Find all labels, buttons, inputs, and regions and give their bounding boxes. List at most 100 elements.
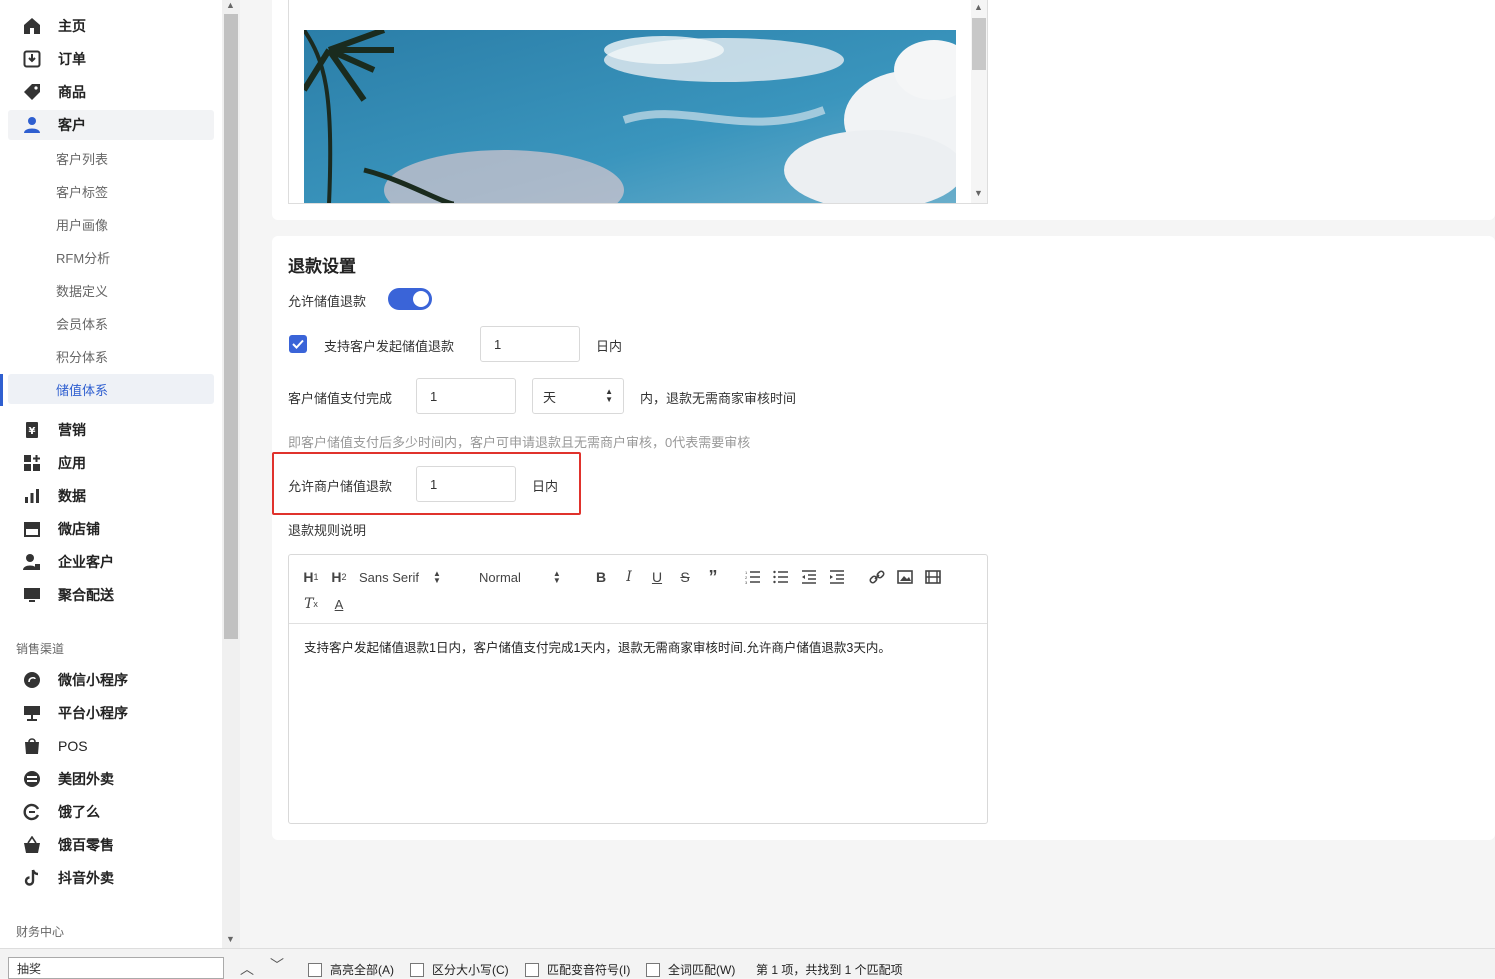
match-diacritics-option[interactable]: 匹配变音符号(I) [525,961,630,978]
merchant-refund-days-input[interactable]: 1 [416,466,516,502]
banner-card: ▲ ▼ [272,0,1495,220]
customer-initiate-checkbox[interactable] [289,335,307,353]
scroll-down-icon[interactable]: ▼ [226,934,235,944]
editor-content[interactable]: 支持客户发起储值退款1日内，客户储值支付完成1天内，退款无需商家审核时间.允许商… [304,637,974,656]
eleme-icon [20,803,44,821]
option-label: 高亮全部(A) [330,963,394,977]
bold-button[interactable]: B [587,566,615,588]
sidebar-subitem-customer-list[interactable]: 客户列表 [8,143,214,173]
scrollbar-thumb[interactable] [972,18,986,70]
find-next-icon[interactable]: ﹀ [270,955,284,975]
user-icon [20,116,44,134]
sidebar-item-orders[interactable]: 订单 [8,44,214,74]
sidebar-item-label: 聚合配送 [58,587,114,603]
sidebar-item-store[interactable]: 微店铺 [8,514,214,544]
sidebar-item-marketing[interactable]: ¥ 营销 [8,415,214,445]
find-input[interactable]: 抽奖 [8,957,224,979]
sidebar-item-label: 微信小程序 [58,672,128,688]
sidebar-item-douyin[interactable]: 抖音外卖 [8,863,214,893]
wechat-miniprogram-icon [20,671,44,689]
match-case-option[interactable]: 区分大小写(C) [410,961,509,978]
font-color-icon[interactable]: A [325,593,353,615]
payment-suffix: 内，退款无需商家审核时间 [640,391,797,406]
find-previous-icon[interactable]: ︿ [240,959,254,979]
sidebar-subitem-data-definition[interactable]: 数据定义 [8,275,214,305]
highlight-all-option[interactable]: 高亮全部(A) [308,961,394,978]
sidebar-scrollbar[interactable]: ▲ ▼ [222,0,240,948]
merchant-refund-label: 允许商户储值退款 [288,479,393,494]
sidebar-item-products[interactable]: 商品 [8,77,214,107]
rich-text-editor[interactable]: H1 H2 Sans Serif ▲ ▼ Normal ▲ ▼ B I U S ” … [288,554,988,824]
sidebar-item-platform-miniprogram[interactable]: 平台小程序 [8,698,214,728]
customer-initiate-days-input[interactable]: 1 [480,326,580,362]
section-label-channels: 销售渠道 [16,642,65,656]
italic-button[interactable]: I [615,566,643,588]
platform-icon [20,704,44,722]
sidebar-item-ebai-retail[interactable]: 饿百零售 [8,830,214,860]
sidebar-subitem-points[interactable]: 积分体系 [8,341,214,371]
video-icon[interactable] [919,566,947,588]
allow-stored-refund-toggle[interactable] [388,288,432,310]
find-result-text: 第 1 项，共找到 1 个匹配项 [756,963,903,977]
sidebar-item-delivery[interactable]: 聚合配送 [8,580,214,610]
payment-unit-select[interactable]: 天 ▲ ▼ [532,378,624,414]
editor-toolbar-row2: Tx A [297,593,353,615]
sidebar-item-eleme[interactable]: 饿了么 [8,797,214,827]
indent-icon[interactable] [823,566,851,588]
bullet-list-icon[interactable] [767,566,795,588]
link-icon[interactable] [863,566,891,588]
sidebar-item-customers[interactable]: 客户 [8,110,214,140]
option-label: 全词匹配(W) [668,963,736,977]
sidebar-item-enterprise-customers[interactable]: 企业客户 [8,547,214,577]
blockquote-icon[interactable]: ” [699,566,727,588]
find-bar: 抽奖 ︿ ﹀ 高亮全部(A) 区分大小写(C) 匹配变音符号(I) 全词匹配(W… [0,948,1495,979]
ordered-list-icon[interactable]: 123 [739,566,767,588]
sidebar-item-label: 主页 [58,18,86,34]
heading2-button[interactable]: H2 [325,566,353,588]
refund-settings-card: 退款设置 允许储值退款 支持客户发起储值退款 1 日内 客户储值支付完成 1 天… [272,236,1495,840]
font-family-select[interactable]: Sans Serif ▲ ▼ [353,570,475,585]
home-icon [20,17,44,35]
sidebar-item-pos[interactable]: POS [8,731,214,761]
payment-hint: 即客户储值支付后多少时间内，客户可申请退款且无需商户审核，0代表需要审核 [288,435,751,450]
sidebar-subitem-rfm[interactable]: RFM分析 [8,242,214,272]
font-family-value: Sans Serif [359,569,419,585]
font-size-select[interactable]: Normal ▲ ▼ [475,570,587,585]
customer-initiate-suffix: 日内 [596,339,623,354]
payment-complete-label: 客户储值支付完成 [288,391,393,406]
underline-button[interactable]: U [643,566,671,588]
sidebar-subitem-membership[interactable]: 会员体系 [8,308,214,338]
sidebar-subitem-user-portrait[interactable]: 用户画像 [8,209,214,239]
sidebar-subitem-customer-tags[interactable]: 客户标签 [8,176,214,206]
sidebar-item-label: 应用 [58,455,86,471]
outdent-icon[interactable] [795,566,823,588]
sidebar-item-wechat-miniprogram[interactable]: 微信小程序 [8,665,214,695]
pos-bag-icon [20,737,44,755]
whole-word-option[interactable]: 全词匹配(W) [646,961,735,978]
editor-toolbar: H1 H2 Sans Serif ▲ ▼ Normal ▲ ▼ B I U S ” … [297,566,947,588]
sidebar-item-apps[interactable]: 应用 [8,448,214,478]
sidebar-item-label: 美团外卖 [58,771,114,787]
sidebar-subitem-stored-value[interactable]: 储值体系 [8,374,214,404]
chevron-down-icon[interactable]: ▼ [974,188,983,198]
select-arrows-icon: ▲ ▼ [552,569,561,585]
scroll-up-icon[interactable]: ▲ [226,0,235,10]
sidebar-item-label: 抖音外卖 [58,870,114,886]
meituan-icon [20,770,44,788]
sidebar-item-label: 饿了么 [58,804,100,820]
image-scrollbar[interactable]: ▲ ▼ [971,0,987,203]
heading1-button[interactable]: H1 [297,566,325,588]
sidebar-item-label: 数据 [58,488,86,504]
clear-format-icon[interactable]: Tx [297,593,325,615]
scrollbar-thumb[interactable] [224,14,238,639]
image-icon[interactable] [891,566,919,588]
sidebar-item-data[interactable]: 数据 [8,481,214,511]
option-label: 区分大小写(C) [432,963,509,977]
sidebar-item-meituan[interactable]: 美团外卖 [8,764,214,794]
chevron-up-icon[interactable]: ▲ [974,2,983,12]
store-icon [20,520,44,538]
sidebar-item-home[interactable]: 主页 [8,11,214,41]
select-arrows-icon: ▲ ▼ [432,569,441,585]
payment-complete-input[interactable]: 1 [416,378,516,414]
strike-button[interactable]: S [671,566,699,588]
